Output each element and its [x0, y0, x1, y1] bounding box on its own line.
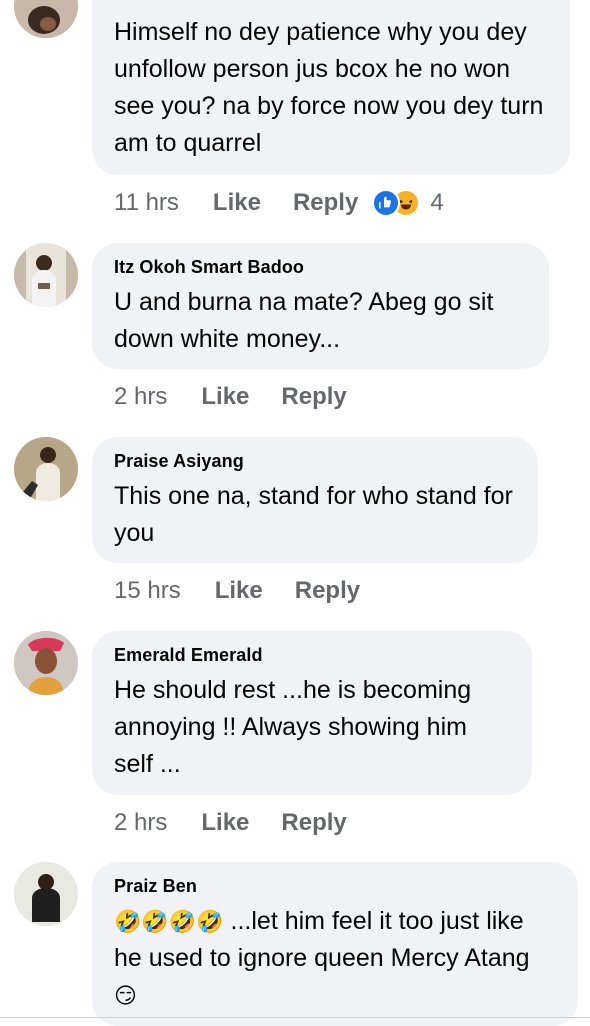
profile-photo-icon [14, 437, 78, 501]
comment-time: 2 hrs [114, 383, 168, 410]
avatar[interactable] [14, 437, 78, 501]
profile-photo-icon [14, 243, 78, 307]
reaction-count: 4 [430, 189, 444, 216]
reply-button[interactable]: Reply [293, 189, 358, 217]
avatar[interactable] [14, 0, 78, 38]
avatar[interactable] [14, 631, 78, 695]
comment-actions: 11 hrs Like Reply 4 [114, 189, 444, 217]
reactions[interactable]: 4 [372, 189, 444, 217]
like-icon [372, 189, 401, 217]
like-button[interactable]: Like [215, 577, 263, 605]
comment-bubble: Himself no dey patience why you dey unfo… [92, 0, 570, 175]
divider [0, 1017, 590, 1018]
like-button[interactable]: Like [201, 383, 249, 411]
commenter-name[interactable]: Praise Asiyang [114, 451, 516, 472]
commenter-name[interactable]: Itz Okoh Smart Badoo [114, 257, 527, 278]
comment-text: He should rest ...he is becoming annoyin… [114, 676, 472, 778]
comment-text: 🤣🤣🤣🤣 ...let him feel it too just like he… [114, 903, 556, 1014]
reply-button[interactable]: Reply [281, 383, 346, 411]
profile-photo-icon [14, 0, 78, 38]
like-button[interactable]: Like [213, 189, 261, 217]
comment-bubble: Praiz Ben 🤣🤣🤣🤣 ...let him feel it too ju… [92, 862, 578, 1026]
comment-text: This one na, stand for who stand for you [114, 482, 513, 547]
avatar[interactable] [14, 243, 78, 307]
comment-time: 11 hrs [114, 189, 179, 216]
comment-actions: 2 hrs Like Reply [114, 383, 379, 411]
commenter-name[interactable]: Praiz Ben [114, 876, 556, 897]
commenter-name[interactable]: Emerald Emerald [114, 645, 510, 666]
comment-bubble: Praise Asiyang This one na, stand for wh… [92, 437, 538, 563]
avatar[interactable] [14, 862, 78, 926]
like-button[interactable]: Like [201, 809, 249, 837]
profile-photo-icon [14, 862, 78, 926]
comment-actions: 15 hrs Like Reply [114, 577, 392, 605]
comment-text: U and burna na mate? Abeg go sit down wh… [114, 288, 494, 353]
reply-button[interactable]: Reply [295, 577, 360, 605]
comment-time: 2 hrs [114, 809, 168, 836]
comment-bubble: Emerald Emerald He should rest ...he is … [92, 631, 532, 795]
comment-bubble: Itz Okoh Smart Badoo U and burna na mate… [92, 243, 549, 369]
rolling-laughing-emoji-icon: 🤣🤣🤣🤣 [114, 909, 224, 934]
smirking-face-emoji-icon: 😏 [114, 983, 137, 1008]
comment-text: Himself no dey patience why you dey unfo… [114, 18, 544, 157]
comment-actions: 2 hrs Like Reply [114, 809, 379, 837]
comment-time: 15 hrs [114, 577, 181, 604]
profile-photo-icon [14, 631, 78, 695]
reply-button[interactable]: Reply [281, 809, 346, 837]
